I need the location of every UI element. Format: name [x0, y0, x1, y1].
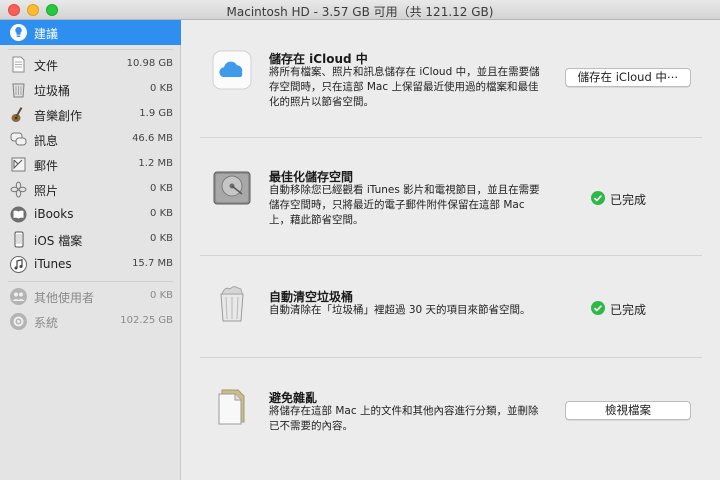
lightbulb-icon: [10, 24, 27, 41]
sidebar-item-label: 郵件: [34, 159, 59, 173]
review-files-button[interactable]: 檢視檔案: [565, 401, 691, 420]
sidebar-item-size: 15.7 MB: [132, 258, 173, 269]
sidebar-item-size: 0 KB: [150, 83, 173, 94]
completed-status-label: 已完成: [610, 303, 647, 317]
sidebar-divider: [8, 49, 173, 50]
sidebar-item-label: 系統: [34, 316, 59, 330]
recommendation-description: 自動移除您已經觀看 iTunes 影片和電視節目，並且在需要儲存空間時，只將最近…: [269, 184, 540, 226]
sidebar-item-size: 10.98 GB: [126, 58, 173, 69]
sidebar-item-label: iBooks: [34, 207, 74, 221]
sidebar-item-documents[interactable]: 文件 10.98 GB: [0, 52, 181, 77]
sidebar-divider: [8, 281, 173, 282]
sidebar-item-label: iTunes: [34, 257, 72, 271]
guitar-icon: [11, 107, 23, 122]
sidebar-item-mail[interactable]: 郵件 1.2 MB: [0, 152, 181, 177]
sidebar-item-label: 音樂創作: [34, 109, 83, 123]
sidebar-item-size: 102.25 GB: [120, 315, 173, 326]
title-bar: Macintosh HD - 3.57 GB 可用（共 121.12 GB): [0, 0, 720, 20]
recommendation-description: 將所有檔案、照片和訊息儲存在 iCloud 中，並且在需要儲存空間時，只在這部 …: [269, 66, 540, 108]
recommendation-description: 將儲存在這部 Mac 上的文件和其他內容進行分類，並刪除已不需要的內容。: [269, 405, 539, 432]
sidebar-item-ios-files[interactable]: iOS 檔案 0 KB: [0, 227, 181, 252]
checkmark-icon: [591, 301, 605, 315]
ibooks-icon: [10, 206, 27, 223]
sidebar-item-music-creation[interactable]: 音樂創作 1.9 GB: [0, 102, 181, 127]
recommendations-panel: 儲存在 iCloud 中 將所有檔案、照片和訊息儲存在 iCloud 中，並且在…: [182, 20, 720, 480]
sidebar-item-label: 垃圾桶: [34, 84, 71, 98]
sidebar-item-system[interactable]: 系統 102.25 GB: [0, 309, 181, 334]
sidebar-item-photos[interactable]: 照片 0 KB: [0, 177, 181, 202]
sidebar-item-size: 46.6 MB: [132, 133, 173, 144]
trash-icon: [12, 83, 25, 98]
sidebar-item-size: 1.9 GB: [139, 108, 173, 119]
sidebar-item-recommendations[interactable]: 建議: [0, 20, 181, 45]
photos-icon: [10, 181, 27, 198]
sidebar-item-label: 其他使用者: [34, 291, 95, 305]
storage-management-window: Macintosh HD - 3.57 GB 可用（共 121.12 GB) 建…: [0, 0, 720, 480]
trash-full-icon: [220, 286, 244, 322]
sidebar-item-messages[interactable]: 訊息 46.6 MB: [0, 127, 181, 152]
hard-drive-icon: [213, 171, 251, 205]
sidebar-item-size: 0 KB: [150, 208, 173, 219]
sidebar-item-label: 文件: [34, 59, 59, 73]
recommendation-empty-trash: 自動清空垃圾桶 自動清除在「垃圾桶」裡超過 30 天的項目來節省空間。 已完成: [182, 256, 720, 358]
icloud-icon: [212, 50, 252, 90]
checkmark-icon: [591, 191, 605, 205]
messages-icon: [10, 132, 27, 146]
sidebar-item-label: 照片: [34, 184, 59, 198]
sidebar-item-size: 0 KB: [150, 183, 173, 194]
sidebar-item-size: 0 KB: [150, 233, 173, 244]
sidebar-item-label: 建議: [34, 27, 59, 41]
sidebar-item-itunes[interactable]: iTunes 15.7 MB: [0, 252, 181, 277]
sidebar-item-size: 0 KB: [150, 290, 173, 301]
recommendation-icloud: 儲存在 iCloud 中 將所有檔案、照片和訊息儲存在 iCloud 中，並且在…: [182, 20, 720, 138]
mail-icon: [11, 157, 26, 172]
sidebar: 建議 文件 10.98 GB 垃圾桶 0 KB 音樂創作 1.9 GB 訊息 4…: [0, 20, 181, 480]
documents-icon: [218, 389, 245, 425]
users-icon: [10, 288, 27, 305]
sidebar-item-ibooks[interactable]: iBooks 0 KB: [0, 202, 181, 227]
completed-status-label: 已完成: [610, 193, 647, 207]
sidebar-item-size: 1.2 MB: [138, 158, 173, 169]
recommendation-description: 自動清除在「垃圾桶」裡超過 30 天的項目來節省空間。: [269, 304, 531, 316]
sidebar-item-trash[interactable]: 垃圾桶 0 KB: [0, 77, 181, 102]
window-title: Macintosh HD - 3.57 GB 可用（共 121.12 GB): [226, 5, 494, 19]
iphone-icon: [14, 231, 24, 248]
recommendation-optimize-storage: 最佳化儲存空間 自動移除您已經觀看 iTunes 影片和電視節目，並且在需要儲存…: [182, 138, 720, 256]
itunes-icon: [10, 256, 27, 273]
sidebar-item-label: 訊息: [34, 134, 59, 148]
gear-icon: [10, 313, 27, 330]
store-in-icloud-button[interactable]: 儲存在 iCloud 中⋯: [565, 68, 691, 87]
sidebar-item-label: iOS 檔案: [34, 234, 83, 248]
recommendation-reduce-clutter: 避免雜亂 將儲存在這部 Mac 上的文件和其他內容進行分類，並刪除已不需要的內容…: [182, 358, 720, 480]
sidebar-item-other-users[interactable]: 其他使用者 0 KB: [0, 284, 181, 309]
document-icon: [12, 56, 25, 73]
